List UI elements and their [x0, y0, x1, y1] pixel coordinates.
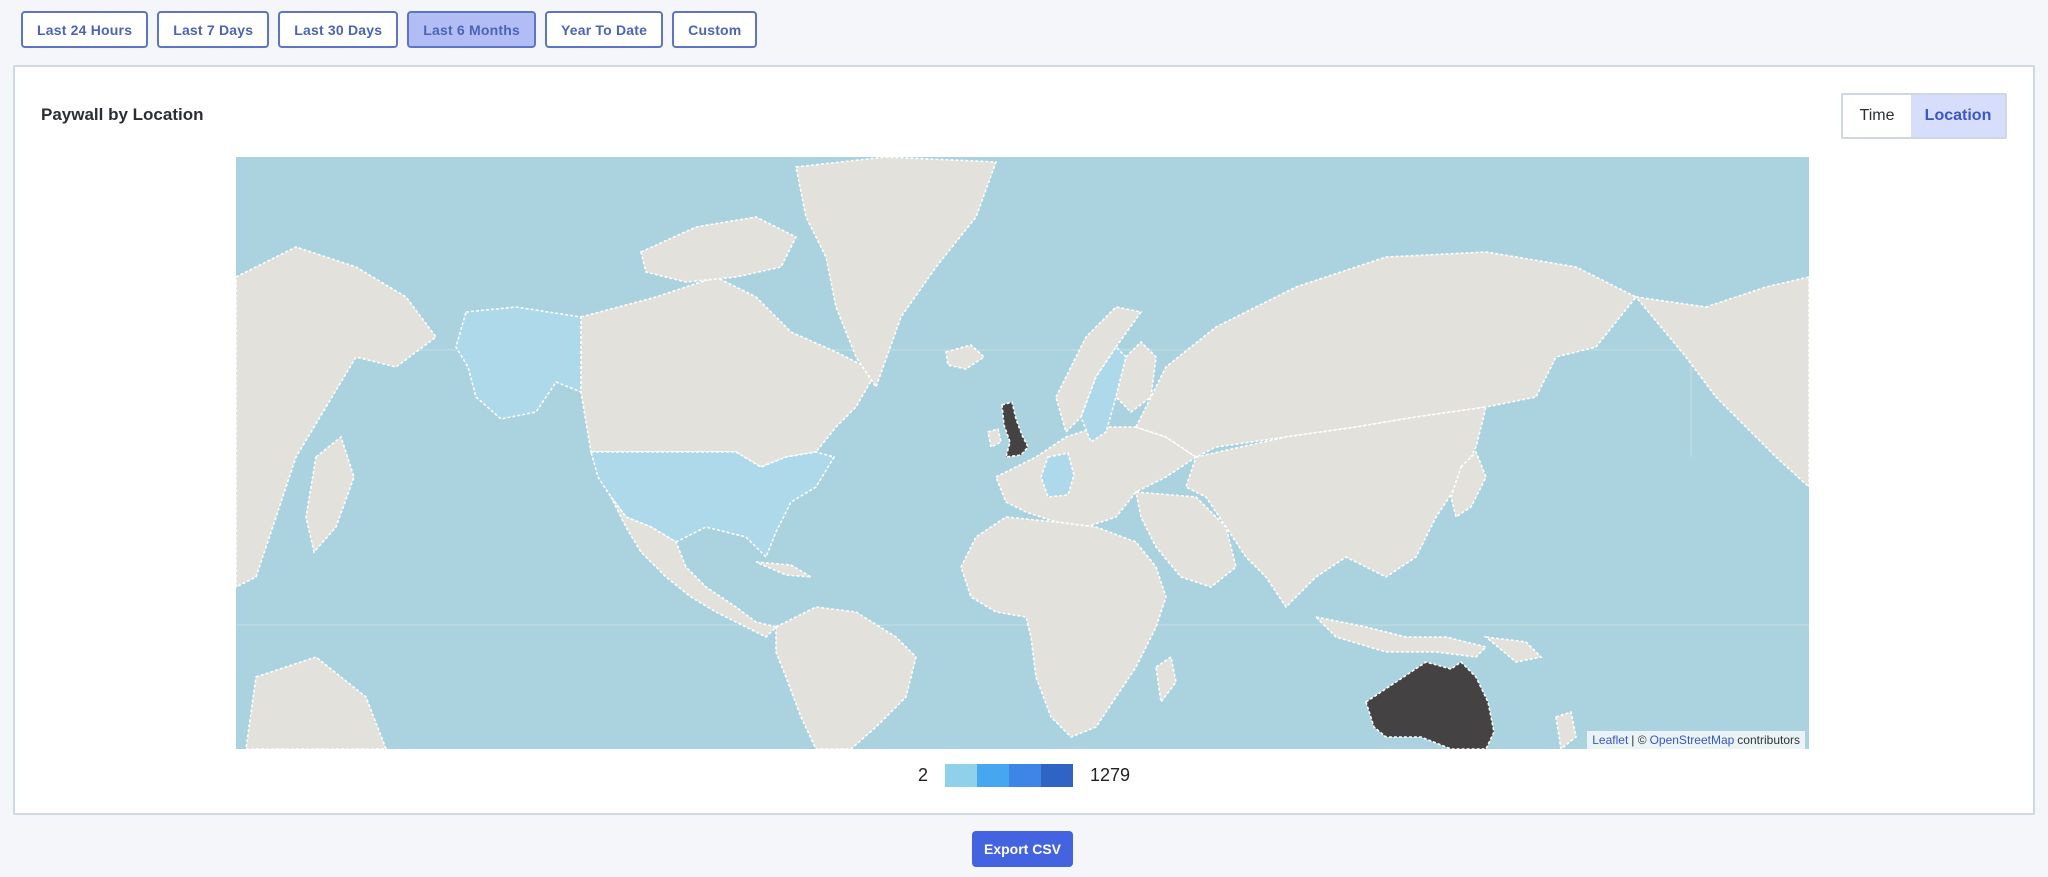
legend-scale: [944, 764, 1073, 787]
country-papua[interactable]: [1483, 635, 1543, 663]
country-new-zealand[interactable]: [1555, 710, 1577, 749]
openstreetmap-link[interactable]: OpenStreetMap: [1650, 733, 1735, 747]
country-canada[interactable]: [580, 276, 878, 468]
country-cuba[interactable]: [755, 561, 812, 578]
toggle-location-button[interactable]: Location: [1911, 95, 2005, 137]
country-canada-arctic[interactable]: [640, 216, 798, 283]
world-map[interactable]: Leaflet | © OpenStreetMap contributors: [236, 157, 1809, 749]
toggle-time-button[interactable]: Time: [1843, 95, 1911, 137]
country-africa[interactable]: [960, 516, 1167, 738]
map-legend: 2 1279: [15, 764, 2033, 787]
country-south-america[interactable]: [775, 606, 917, 749]
export-csv-button[interactable]: Export CSV: [972, 831, 1073, 867]
country-east-asia-wrap[interactable]: [236, 246, 438, 588]
legend-swatch: [976, 764, 1009, 787]
country-united-states[interactable]: [589, 451, 836, 559]
country-alaska-wrap[interactable]: [1634, 276, 1809, 489]
leaflet-link[interactable]: Leaflet: [1592, 733, 1628, 747]
legend-swatch: [1008, 764, 1041, 787]
country-ireland[interactable]: [987, 427, 1002, 449]
view-toggle: Time Location: [1841, 93, 2007, 139]
range-last-7-days-button[interactable]: Last 7 Days: [157, 11, 270, 48]
card-title: Paywall by Location: [41, 105, 204, 124]
paywall-location-card: Paywall by Location Time Location Leafle…: [13, 65, 2035, 815]
attribution-separator: | ©: [1631, 733, 1647, 747]
legend-swatch: [944, 764, 977, 787]
legend-min-value: 2: [917, 765, 928, 785]
country-indonesia[interactable]: [1313, 615, 1488, 658]
country-japan-wrap[interactable]: [305, 435, 355, 554]
country-madagascar[interactable]: [1155, 655, 1177, 705]
attribution-suffix: contributors: [1737, 733, 1800, 747]
legend-max-value: 1279: [1089, 765, 1131, 785]
range-last-24-hours-button[interactable]: Last 24 Hours: [21, 11, 149, 48]
range-last-6-months-button[interactable]: Last 6 Months: [407, 11, 536, 48]
map-canvas[interactable]: [236, 157, 1809, 749]
country-united-kingdom[interactable]: [1001, 400, 1029, 458]
country-australia-wrap[interactable]: [245, 656, 387, 749]
map-attribution: Leaflet | © OpenStreetMap contributors: [1587, 731, 1805, 749]
range-last-30-days-button[interactable]: Last 30 Days: [278, 11, 399, 48]
legend-swatch: [1040, 764, 1073, 787]
range-custom-button[interactable]: Custom: [672, 11, 758, 48]
country-alaska[interactable]: [455, 306, 582, 420]
country-australia[interactable]: [1365, 660, 1495, 749]
country-iceland[interactable]: [945, 344, 986, 370]
range-year-to-date-button[interactable]: Year To Date: [544, 11, 664, 48]
date-range-selector: Last 24 Hours Last 7 Days Last 30 Days L…: [21, 11, 758, 48]
